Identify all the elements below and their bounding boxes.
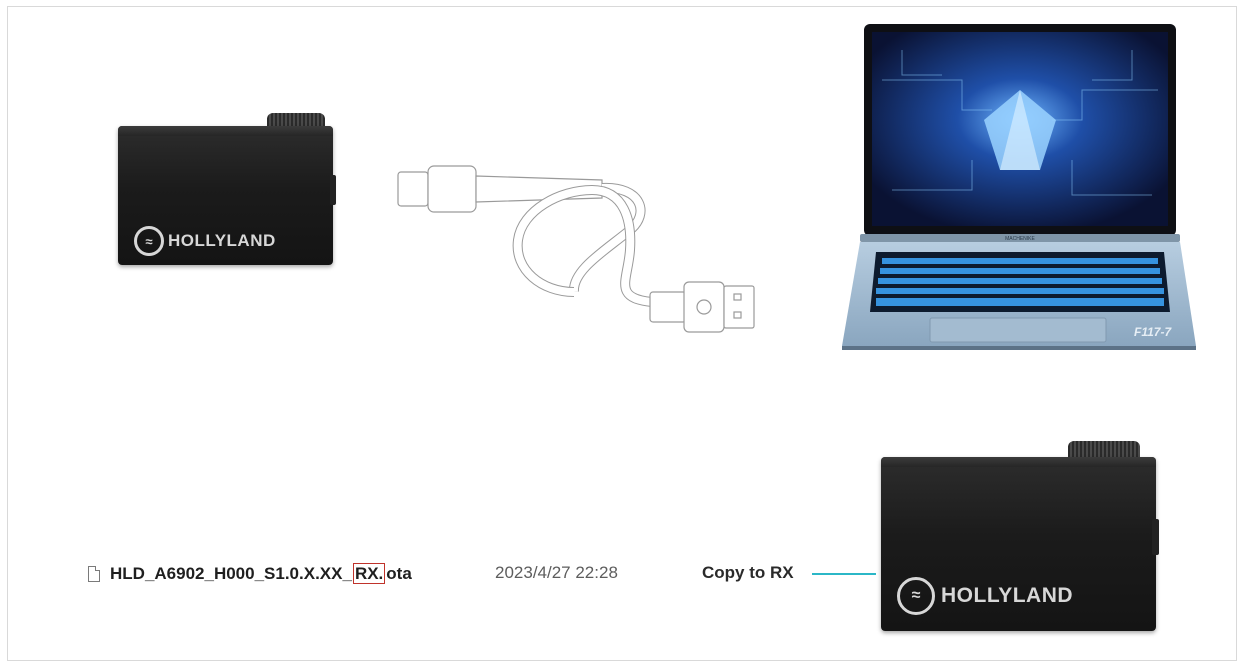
laptop-brand: MACHENIKE (1005, 236, 1035, 242)
firmware-file-row[interactable]: HLD_A6902_H000_S1.0.X.XX_ RX. ota (88, 561, 412, 587)
hollyland-logo-icon: ≈ (134, 226, 164, 256)
file-date: 2023/4/27 22:28 (495, 563, 618, 582)
receiver-device-bottom: ≈ HOLLYLAND (881, 441, 1159, 631)
device-logo: ≈ HOLLYLAND (897, 577, 1073, 615)
logo-text: HOLLYLAND (941, 584, 1074, 607)
hollyland-logo-icon: ≈ (897, 577, 935, 615)
callout-line (812, 573, 876, 575)
usb-c-to-usb-a-cable-icon (397, 165, 755, 333)
file-name-prefix: HLD_A6902_H000_S1.0.X.XX_ (110, 564, 352, 583)
laptop-icon: MACHENIKE F117-7 (842, 20, 1196, 356)
laptop-model: F117-7 (1134, 325, 1172, 339)
receiver-device-top: ≈ HOLLYLAND (118, 113, 336, 265)
file-icon (88, 566, 100, 582)
device-logo: ≈ HOLLYLAND (134, 226, 276, 256)
side-button (1152, 519, 1159, 555)
copy-to-rx-label: Copy to RX (702, 563, 794, 582)
side-button (330, 175, 336, 205)
logo-text: HOLLYLAND (168, 231, 276, 250)
file-name-highlight: RX. (352, 563, 386, 584)
file-name: HLD_A6902_H000_S1.0.X.XX_ RX. ota (110, 563, 412, 584)
file-name-suffix: ota (386, 564, 412, 583)
